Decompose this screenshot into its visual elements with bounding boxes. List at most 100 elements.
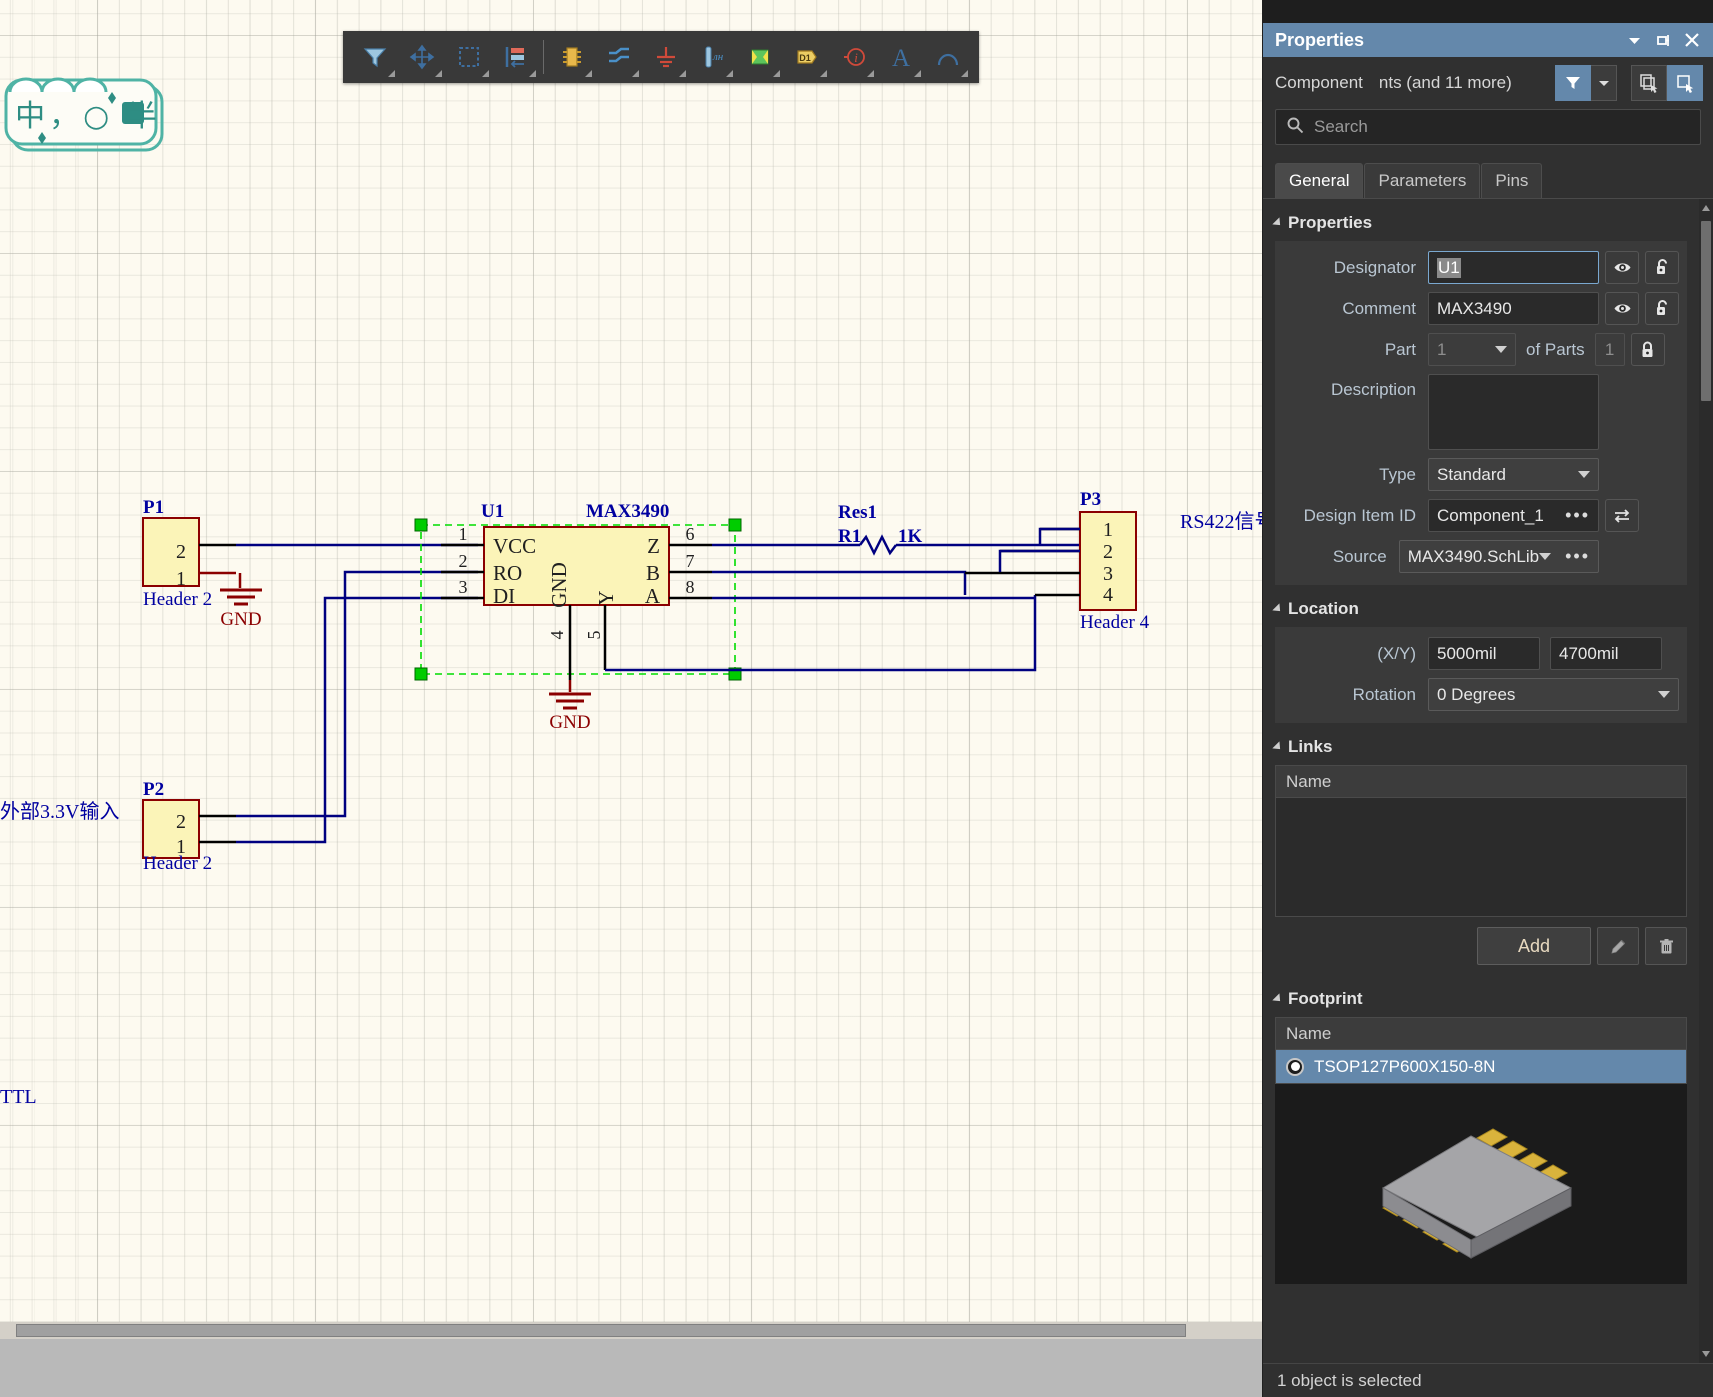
scroll-up-arrow-icon[interactable] — [1702, 205, 1710, 211]
svg-text:Header 2: Header 2 — [143, 853, 212, 874]
svg-text:GND: GND — [220, 609, 261, 630]
schematic-canvas[interactable]: 中，○ 半 P1 2 1 Header 2 — [0, 0, 1262, 1397]
dropdown-corner — [435, 70, 442, 77]
section-header-properties[interactable]: Properties — [1263, 199, 1699, 241]
trash-icon[interactable] — [1645, 927, 1687, 965]
links-listbox[interactable]: Name — [1275, 765, 1687, 917]
description-textarea[interactable] — [1428, 374, 1599, 450]
place-part-icon[interactable] — [548, 35, 595, 79]
place-net-label-icon[interactable]: лн — [689, 35, 736, 79]
tab-pins[interactable]: Pins — [1481, 163, 1542, 198]
panel-vertical-scrollbar[interactable] — [1699, 199, 1713, 1363]
description-row: Description — [1283, 374, 1679, 450]
search-input[interactable] — [1312, 116, 1690, 138]
place-gnd-icon[interactable] — [642, 35, 689, 79]
rotation-row: Rotation 0 Degrees — [1283, 678, 1679, 711]
select-all-similar-button[interactable] — [1631, 65, 1667, 101]
schematic-toolbar[interactable]: лн D1 i — [343, 31, 979, 83]
svg-text:P3: P3 — [1080, 489, 1101, 510]
scroll-down-arrow-icon[interactable] — [1702, 1351, 1710, 1357]
place-no-erc-icon[interactable]: i — [830, 35, 877, 79]
object-count-label: nts (and 11 more) — [1379, 73, 1512, 93]
section-title-links: Links — [1288, 737, 1332, 757]
designator-visibility-eye-icon[interactable] — [1605, 251, 1639, 284]
svg-text:3: 3 — [1103, 563, 1113, 585]
svg-text:7: 7 — [686, 551, 695, 571]
svg-text:Z: Z — [647, 534, 660, 558]
select-objects-button[interactable] — [1667, 65, 1703, 101]
tab-parameters[interactable]: Parameters — [1364, 163, 1480, 198]
section-header-location[interactable]: Location — [1263, 585, 1699, 627]
svg-text:MAX3490: MAX3490 — [586, 501, 669, 522]
collapse-triangle-icon — [1272, 603, 1283, 614]
place-wire-icon[interactable] — [595, 35, 642, 79]
rotation-label: Rotation — [1283, 685, 1428, 705]
design-item-id-input[interactable]: Component_1 ••• — [1428, 499, 1599, 532]
place-arc-icon[interactable] — [924, 35, 971, 79]
part-lock-icon[interactable] — [1631, 333, 1665, 366]
panel-object-header: Component nts (and 11 more) — [1263, 57, 1713, 109]
links-list-body[interactable] — [1276, 798, 1686, 916]
comment-visibility-eye-icon[interactable] — [1605, 292, 1639, 325]
svg-text:B: B — [646, 561, 660, 585]
footprint-column-name: Name — [1276, 1018, 1686, 1050]
section-header-links[interactable]: Links — [1263, 723, 1699, 765]
svg-text:лн: лн — [712, 51, 724, 63]
svg-text:P1: P1 — [143, 497, 164, 518]
panel-scrollbar-thumb[interactable] — [1701, 221, 1711, 401]
location-x-input[interactable]: 5000mil — [1428, 637, 1540, 670]
footprint-listbox[interactable]: Name TSOP127P600X150-8N — [1275, 1017, 1687, 1084]
place-port-icon[interactable]: D1 — [783, 35, 830, 79]
place-sheet-symbol-icon[interactable] — [736, 35, 783, 79]
dropdown-corner — [961, 70, 968, 77]
swap-component-icon[interactable] — [1605, 499, 1639, 532]
svg-text:RO: RO — [493, 561, 522, 585]
move-icon[interactable] — [398, 35, 445, 79]
footprint-row[interactable]: TSOP127P600X150-8N — [1276, 1050, 1686, 1083]
svg-text:3: 3 — [459, 577, 468, 597]
more-options-icon[interactable]: ••• — [1565, 505, 1590, 526]
section-title-footprint: Footprint — [1288, 989, 1363, 1009]
type-select[interactable]: Standard — [1428, 458, 1599, 491]
select-area-icon[interactable] — [445, 35, 492, 79]
pencil-icon[interactable] — [1597, 927, 1639, 965]
designator-input[interactable]: U1 — [1428, 251, 1599, 284]
designator-unlock-icon[interactable] — [1645, 251, 1679, 284]
source-select[interactable]: MAX3490.SchLib ••• — [1399, 540, 1599, 573]
chevron-down-icon[interactable] — [1621, 27, 1647, 53]
svg-text:4: 4 — [547, 631, 567, 640]
filter-icon[interactable] — [351, 35, 398, 79]
svg-text:P2: P2 — [143, 779, 164, 800]
tab-general[interactable]: General — [1275, 163, 1363, 198]
radio-selected-icon[interactable] — [1286, 1058, 1304, 1076]
add-link-button[interactable]: Add — [1477, 927, 1591, 965]
section-header-footprint[interactable]: Footprint — [1263, 975, 1699, 1017]
footprint-list-body[interactable]: TSOP127P600X150-8N — [1276, 1050, 1686, 1083]
part-select[interactable]: 1 — [1428, 333, 1516, 366]
of-parts-label: of Parts — [1526, 340, 1585, 360]
close-icon[interactable] — [1679, 27, 1705, 53]
collapse-triangle-icon — [1272, 741, 1283, 752]
location-y-input[interactable]: 4700mil — [1550, 637, 1662, 670]
dropdown-corner — [914, 70, 921, 77]
scrollbar-thumb[interactable] — [16, 1324, 1186, 1337]
comment-unlock-icon[interactable] — [1645, 292, 1679, 325]
align-icon[interactable] — [492, 35, 539, 79]
panel-tabs[interactable]: General Parameters Pins — [1263, 155, 1713, 199]
rotation-select[interactable]: 0 Degrees — [1428, 678, 1679, 711]
comment-input[interactable]: MAX3490 — [1428, 292, 1599, 325]
dropdown-corner — [632, 70, 639, 77]
links-button-row: Add — [1263, 917, 1699, 975]
svg-text:Header 4: Header 4 — [1080, 612, 1150, 633]
rotation-value: 0 Degrees — [1437, 685, 1515, 705]
section-title-properties: Properties — [1288, 213, 1372, 233]
filter-objects-button[interactable] — [1555, 65, 1591, 101]
footprint-3d-preview[interactable] — [1275, 1084, 1687, 1284]
filter-dropdown-button[interactable] — [1591, 65, 1617, 101]
search-box[interactable] — [1275, 109, 1701, 145]
location-section-body: (X/Y) 5000mil 4700mil Rotation 0 Degrees — [1275, 627, 1687, 723]
canvas-horizontal-scrollbar[interactable] — [0, 1322, 1262, 1339]
pin-icon[interactable] — [1650, 27, 1676, 53]
place-text-icon[interactable]: A — [877, 35, 924, 79]
source-more-options-icon[interactable]: ••• — [1565, 546, 1590, 567]
